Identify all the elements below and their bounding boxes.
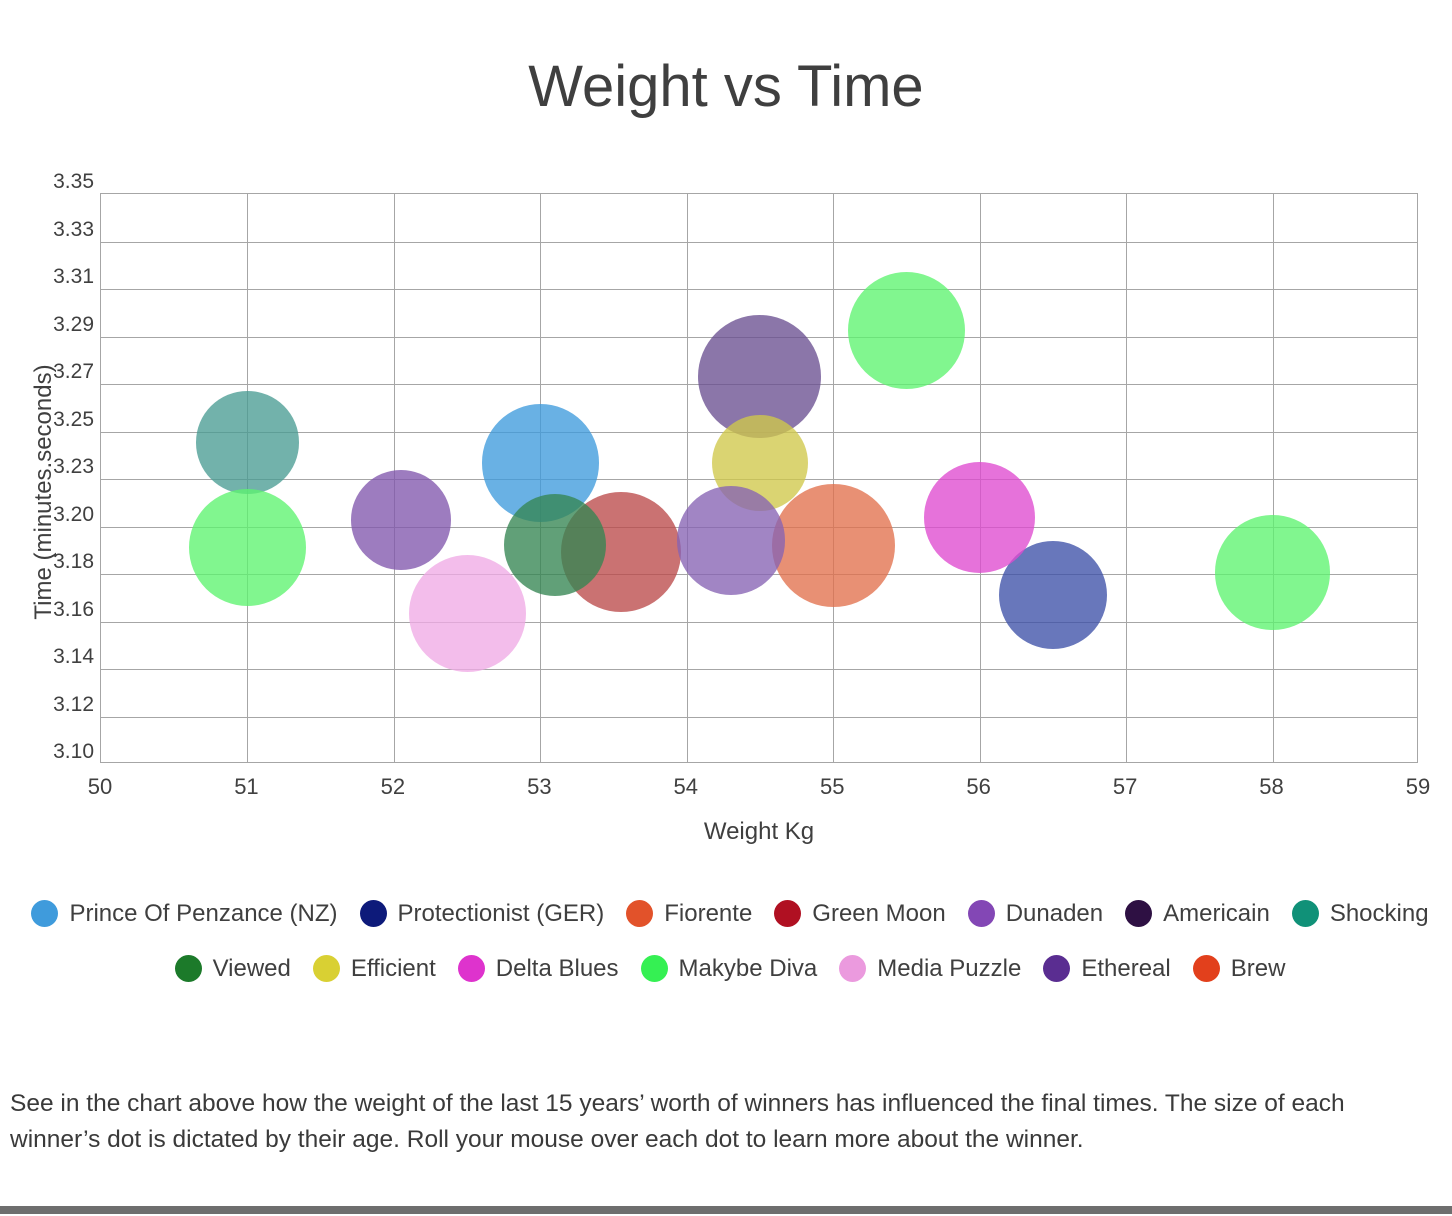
legend-swatch-circle-icon — [359, 900, 387, 927]
legend-item[interactable]: Green Moon — [774, 900, 946, 927]
x-axis-tick-label: 52 — [380, 774, 406, 799]
legend-item[interactable]: Delta Blues — [457, 955, 619, 982]
legend-item[interactable]: Brew — [1192, 955, 1286, 982]
legend-item-label: Americain — [1163, 900, 1270, 927]
x-axis-tick-label: 54 — [673, 774, 698, 799]
x-axis-tick-label: 57 — [1112, 774, 1138, 799]
legend-swatch-circle-icon — [1192, 955, 1220, 982]
legend-swatch-circle-icon — [1043, 955, 1071, 982]
legend-swatch-circle-icon — [457, 955, 485, 982]
chart-caption: See in the chart above how the weight of… — [10, 1090, 1345, 1153]
x-axis-tick-label: 55 — [819, 774, 845, 799]
data-bubble[interactable] — [847, 272, 965, 390]
legend-item-label: Efficient — [350, 955, 436, 982]
legend-item[interactable]: Ethereal — [1043, 955, 1171, 982]
x-axis-tick-label: 51 — [234, 774, 259, 799]
y-axis-tick-label: 3.35 — [53, 170, 94, 193]
legend-item-label: Makybe Diva — [678, 955, 818, 982]
plot-area — [100, 193, 1418, 763]
legend-item[interactable]: Makybe Diva — [640, 955, 818, 982]
legend-swatch-circle-icon — [1291, 900, 1319, 927]
legend-swatch-circle-icon — [640, 955, 668, 982]
x-axis-tick-label: 59 — [1405, 774, 1431, 799]
legend-swatch-circle-icon — [774, 900, 802, 927]
x-axis-tick-label: 56 — [966, 774, 991, 799]
legend-item-label: Fiorente — [664, 900, 753, 927]
legend-swatch-circle-icon — [1125, 900, 1153, 927]
legend-item-label: Brew — [1230, 955, 1286, 982]
data-bubble[interactable] — [408, 554, 526, 673]
legend-swatch-circle-icon — [31, 900, 59, 927]
legend-item[interactable]: Protectionist (GER) — [359, 900, 605, 927]
legend-item[interactable]: Americain — [1125, 900, 1270, 927]
legend-swatch-circle-icon — [312, 955, 340, 982]
legend-item[interactable]: Viewed — [174, 955, 291, 982]
bubble-series-layer — [101, 194, 1417, 762]
legend-item-label: Dunaden — [1005, 900, 1104, 927]
bottom-rule — [0, 1206, 1452, 1214]
legend-item-label: Prince Of Penzance (NZ) — [69, 900, 338, 927]
data-bubble[interactable] — [676, 486, 785, 595]
legend-row: Viewed Efficient Delta Blues Makybe Diva Med… — [60, 941, 1400, 996]
data-bubble[interactable] — [196, 391, 299, 494]
legend-swatch-circle-icon — [839, 955, 867, 982]
legend-swatch-circle-icon — [626, 900, 654, 927]
legend-item-label: Viewed — [212, 955, 291, 982]
legend-swatch-circle-icon — [967, 900, 995, 927]
legend-row: Prince Of Penzance (NZ) Protectionist (GE… — [31, 886, 1429, 941]
legend-item-label: Green Moon — [812, 900, 946, 927]
legend-item-label: Media Puzzle — [877, 955, 1022, 982]
legend-item[interactable]: Media Puzzle — [839, 955, 1021, 982]
chart-legend: Prince Of Penzance (NZ) Protectionist (GE… — [31, 886, 1429, 996]
chart-title: Weight vs Time — [528, 54, 924, 119]
legend-swatch-circle-icon — [174, 955, 202, 982]
data-bubble[interactable] — [188, 488, 306, 606]
data-bubble[interactable] — [351, 470, 451, 570]
legend-item[interactable]: Dunaden — [967, 900, 1104, 927]
legend-item[interactable]: Shocking — [1291, 900, 1429, 927]
data-bubble[interactable] — [503, 493, 607, 597]
legend-item[interactable]: Prince Of Penzance (NZ) — [31, 900, 338, 927]
x-axis-title: Weight Kg — [703, 818, 815, 845]
x-axis-tick-label: 50 — [87, 774, 113, 799]
data-bubble[interactable] — [771, 483, 895, 607]
legend-item-label: Protectionist (GER) — [397, 900, 605, 927]
legend-item[interactable]: Efficient — [312, 955, 436, 982]
legend-item-label: Delta Blues — [495, 955, 619, 982]
x-axis-tick-label: 58 — [1259, 774, 1284, 799]
legend-item-label: Ethereal — [1081, 955, 1171, 982]
x-axis-tick-label: 53 — [527, 774, 552, 799]
data-bubble[interactable] — [924, 462, 1036, 574]
bubble-overflow-layer — [0, 193, 100, 763]
legend-item[interactable]: Fiorente — [626, 900, 752, 927]
data-bubble[interactable] — [1215, 515, 1330, 630]
legend-item-label: Shocking — [1329, 900, 1429, 927]
chart-card: Weight vs Time Time (minutes.seconds) We… — [0, 0, 1452, 1216]
